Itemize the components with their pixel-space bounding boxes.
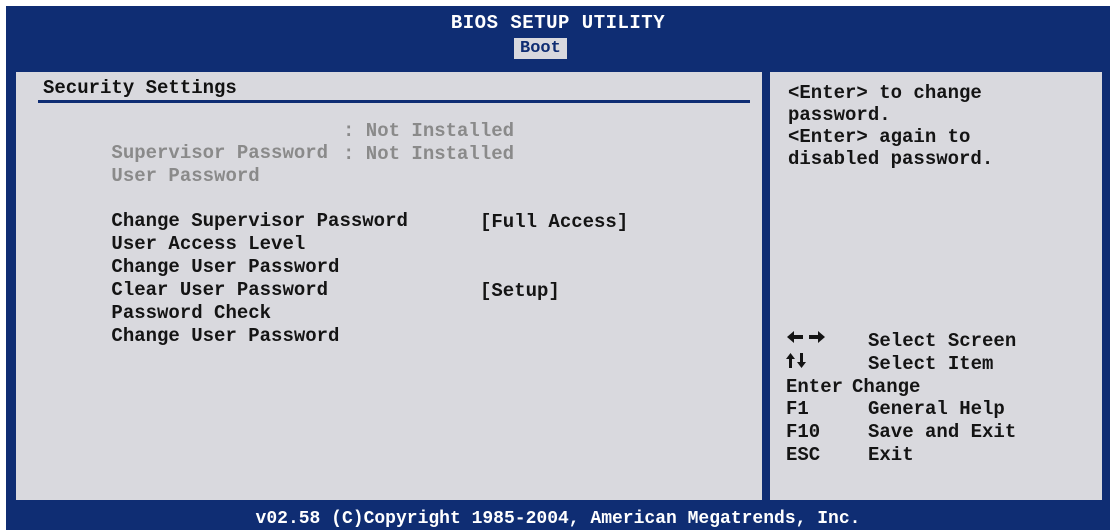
key-desc: Change [852,375,921,398]
right-arrow-icon [809,331,825,343]
down-arrow-icon [797,352,806,368]
help-panel: <Enter> to change password. <Enter> agai… [770,72,1102,500]
menu-item-value: [Full Access] [480,211,629,233]
up-down-arrows-icon [786,352,806,368]
key-desc: Exit [868,443,914,466]
status-value: : Not Installed [343,143,515,165]
left-right-arrows-icon [786,330,826,344]
left-arrow-icon [787,331,803,343]
section-divider [38,100,750,103]
settings-panel: Security Settings Supervisor Password : … [16,72,762,500]
up-arrow-icon [786,352,795,368]
bios-title: BIOS SETUP UTILITY [450,12,666,34]
menu-item-value: [Setup] [480,280,560,302]
help-text: <Enter> to change password. <Enter> agai… [788,82,994,170]
key-desc: Select Item [868,352,994,375]
key-desc: Select Screen [868,330,1017,352]
title-bar: BIOS SETUP UTILITY Boot [6,6,1110,64]
key-desc: General Help [868,398,1005,421]
tab-boot[interactable]: Boot [514,38,567,59]
menu-item-label: Change User Password [111,325,340,347]
status-value: : Not Installed [343,120,515,142]
key-name: Enter [786,375,844,398]
status-label: User Password [111,165,260,187]
bios-screen: BIOS SETUP UTILITY Boot Security Setting… [0,0,1114,530]
key-desc: Save and Exit [868,421,1017,444]
section-title: Security Settings [43,77,237,99]
key-name: F1 [786,398,809,421]
key-name: F10 [786,421,821,444]
key-name: ESC [786,443,821,466]
menu-item-change-user-password-2[interactable]: Change User Password [43,303,339,369]
copyright-footer: v02.58 (C)Copyright 1985-2004, American … [6,508,1110,530]
